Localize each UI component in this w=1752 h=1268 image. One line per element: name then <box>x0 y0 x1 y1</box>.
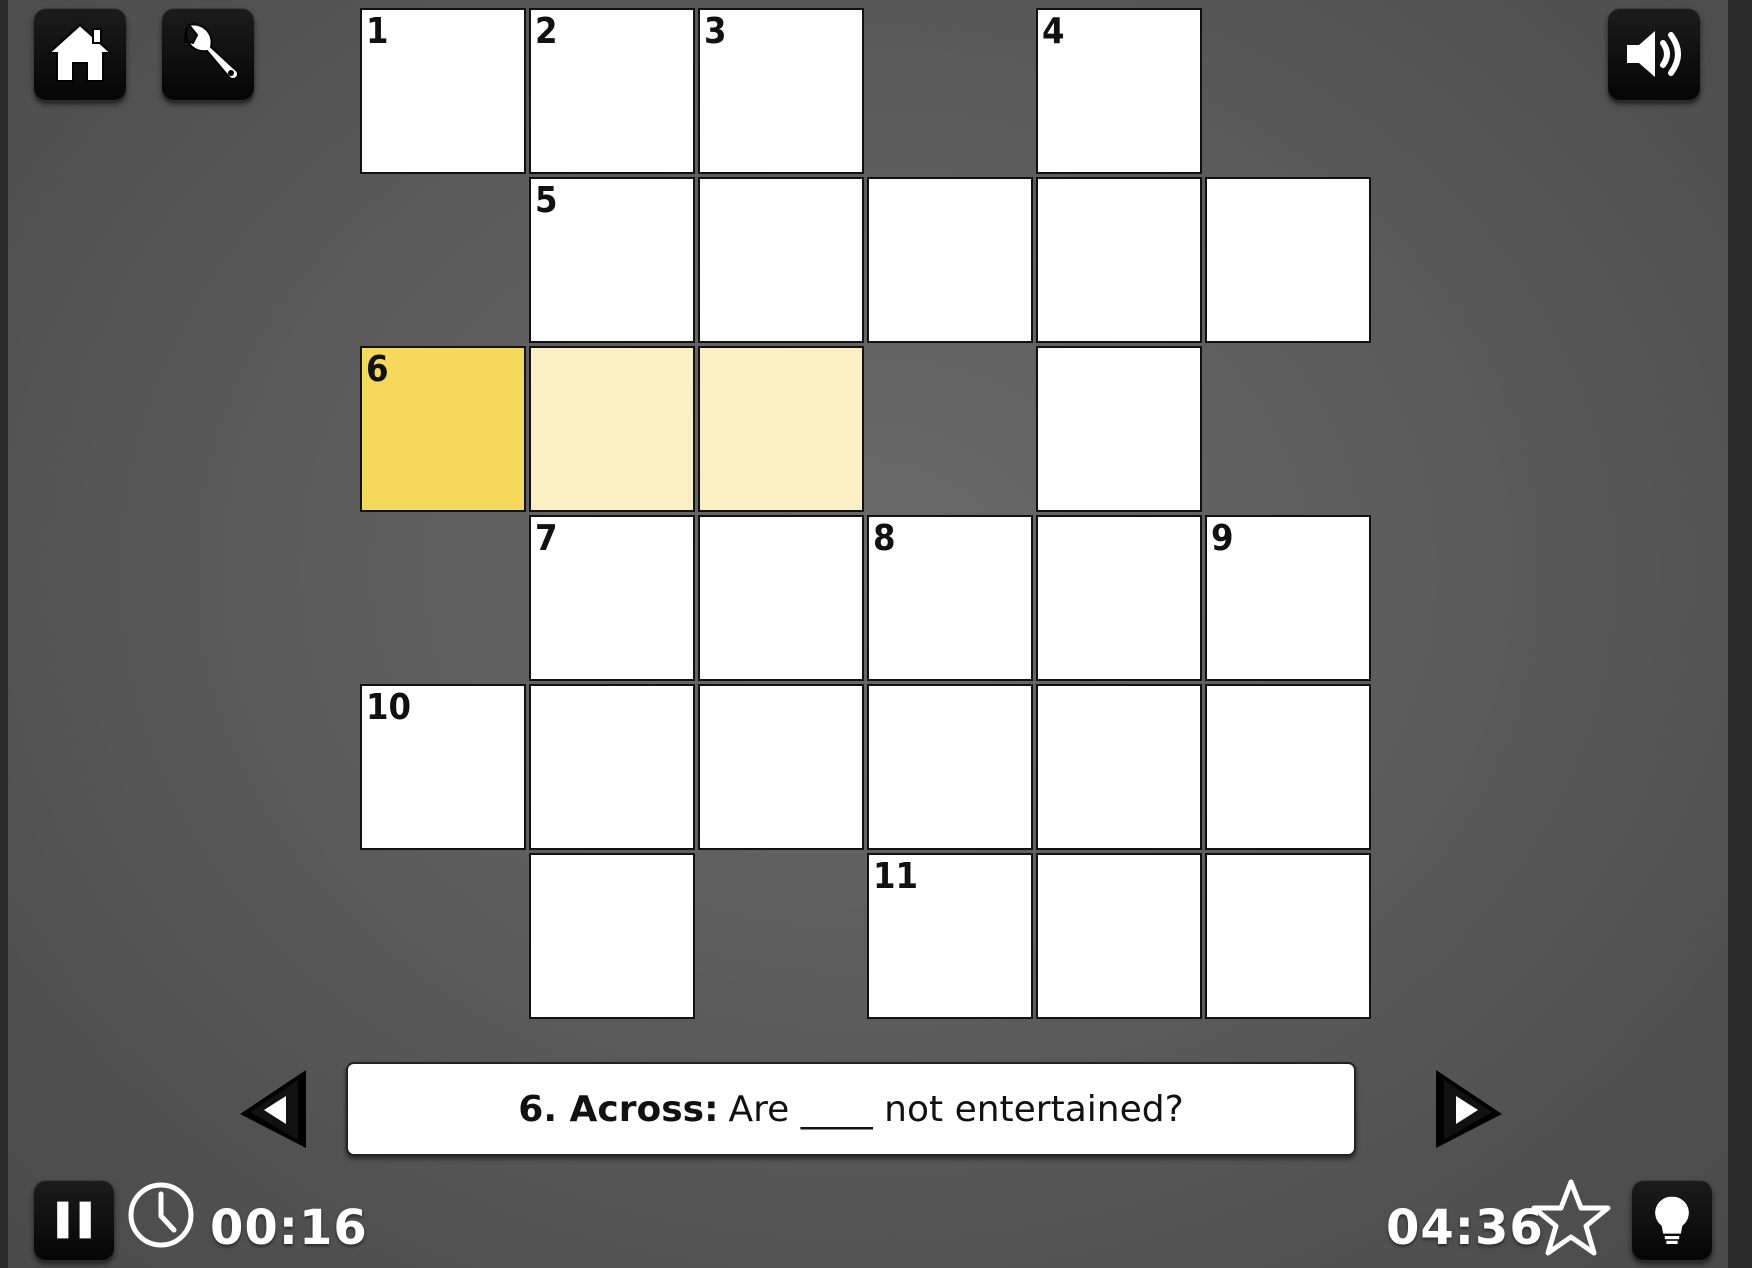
grid-cell[interactable] <box>867 177 1033 343</box>
grid-cell[interactable] <box>1036 177 1202 343</box>
remaining-time: 04:36 <box>1386 1200 1544 1256</box>
grid-cell[interactable]: 11 <box>867 853 1033 1019</box>
grid-cell[interactable]: 8 <box>867 515 1033 681</box>
grid-cell[interactable] <box>1036 515 1202 681</box>
grid-cell[interactable] <box>1036 684 1202 850</box>
settings-button[interactable] <box>162 8 254 100</box>
next-clue-button[interactable] <box>1428 1066 1508 1152</box>
clue-bar: 6. Across: Are ____ not entertained? <box>346 1062 1356 1156</box>
grid-cell[interactable]: 5 <box>529 177 695 343</box>
clue-number: 3 <box>704 11 727 52</box>
grid-cell[interactable] <box>1205 853 1371 1019</box>
sound-button[interactable] <box>1608 8 1700 100</box>
clue-number: 9 <box>1211 518 1234 559</box>
grid-cell[interactable]: 6 <box>360 346 526 512</box>
previous-clue-button[interactable] <box>234 1066 314 1152</box>
grid-cell[interactable]: 7 <box>529 515 695 681</box>
clue-number: 10 <box>366 687 412 728</box>
grid-cell[interactable]: 1 <box>360 8 526 174</box>
pause-icon <box>57 1201 91 1239</box>
clue-number: 2 <box>535 11 558 52</box>
grid-cell[interactable]: 10 <box>360 684 526 850</box>
speaker-icon <box>1627 31 1681 77</box>
grid-cell[interactable] <box>698 177 864 343</box>
home-icon <box>46 23 114 82</box>
grid-cell[interactable] <box>529 684 695 850</box>
lightbulb-icon <box>1655 1196 1689 1244</box>
elapsed-time: 00:16 <box>210 1200 368 1256</box>
clue-number: 4 <box>1042 11 1065 52</box>
home-button[interactable] <box>34 8 126 100</box>
hint-button[interactable] <box>1632 1180 1712 1260</box>
clue-number: 6 <box>366 349 389 390</box>
grid-cell[interactable] <box>698 346 864 512</box>
clue-number: 7 <box>535 518 558 559</box>
grid-cell[interactable] <box>867 684 1033 850</box>
grid-cell[interactable] <box>698 515 864 681</box>
clock-icon <box>128 1182 194 1248</box>
grid-cell[interactable] <box>1205 177 1371 343</box>
grid-cell[interactable] <box>529 853 695 1019</box>
grid-cell[interactable]: 9 <box>1205 515 1371 681</box>
crossword-grid: 1 2 3 4 5 6 7 8 9 10 11 <box>360 8 1384 1032</box>
grid-cell[interactable]: 3 <box>698 8 864 174</box>
grid-cell[interactable]: 4 <box>1036 8 1202 174</box>
grid-cell[interactable]: 2 <box>529 8 695 174</box>
clue-label: 6. Across: <box>518 1088 719 1130</box>
clue-number: 1 <box>366 11 389 52</box>
clue-number: 5 <box>535 180 558 221</box>
grid-cell[interactable] <box>529 346 695 512</box>
clue-number: 8 <box>873 518 896 559</box>
star-icon <box>1531 1179 1611 1256</box>
game-board: 1 2 3 4 5 6 7 8 9 10 11 6. Across: Are ____ not en… <box>8 0 1728 1268</box>
grid-cell[interactable] <box>698 684 864 850</box>
grid-cell[interactable] <box>1205 684 1371 850</box>
grid-cell[interactable] <box>1036 853 1202 1019</box>
pause-button[interactable] <box>34 1180 114 1260</box>
clue-number: 11 <box>873 856 919 897</box>
grid-cell[interactable] <box>1036 346 1202 512</box>
wrench-icon <box>183 23 239 80</box>
clue-text: Are ____ not entertained? <box>728 1088 1184 1130</box>
